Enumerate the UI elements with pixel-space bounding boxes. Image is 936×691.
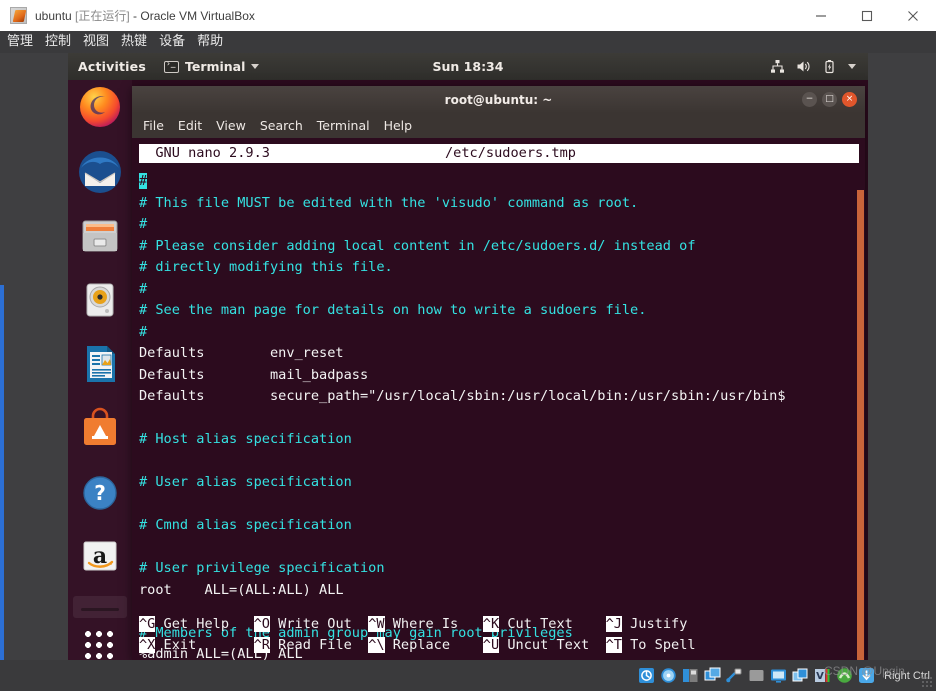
hard-disk-icon[interactable]	[638, 667, 655, 684]
nano-filename: /etc/sudoers.tmp	[445, 144, 576, 161]
terminal-menu-file[interactable]: File	[143, 118, 164, 133]
terminal-window: root@ubuntu: ~ − □ × File Edit View Sear…	[132, 86, 865, 660]
host-titlebar: ubuntu [正在运行] - Oracle VM VirtualBox	[0, 0, 936, 31]
terminal-menu-search[interactable]: Search	[260, 118, 303, 133]
host-menu-view[interactable]: 视图	[83, 31, 109, 53]
terminal-icon	[163, 59, 179, 73]
terminal-titlebar: root@ubuntu: ~ − □ ×	[132, 86, 865, 113]
libreoffice-impress-icon	[87, 346, 115, 382]
nano-title-bar: GNU nano 2.9.3 /etc/sudoers.tmp	[139, 144, 859, 163]
dock-item-amazon[interactable]: a	[76, 532, 124, 580]
floppy-icon[interactable]	[682, 667, 699, 684]
resize-grip[interactable]	[922, 677, 932, 687]
virtualbox-icon	[10, 7, 27, 24]
network-icon	[770, 59, 785, 74]
volume-icon	[796, 59, 811, 74]
dock-item-help[interactable]: ?	[76, 469, 124, 517]
terminal-scrollbar[interactable]	[856, 190, 865, 660]
display-icon[interactable]	[770, 667, 787, 684]
gnome-topbar: Activities Terminal Sun 18:34	[68, 53, 868, 80]
close-button[interactable]	[890, 0, 936, 31]
chevron-down-icon	[848, 64, 856, 69]
battery-icon	[822, 59, 837, 74]
host-window-title: ubuntu [正在运行] - Oracle VM VirtualBox	[35, 7, 255, 24]
host-title-main: ubuntu	[35, 9, 76, 23]
keyboard-icon[interactable]	[858, 667, 875, 684]
amazon-icon: a	[83, 541, 117, 571]
ubuntu-dock: ? a	[68, 80, 132, 660]
files-icon	[82, 220, 118, 252]
dock-item-rhythmbox[interactable]	[76, 276, 124, 324]
mouse-integration-icon[interactable]	[836, 667, 853, 684]
host-menu-devices[interactable]: 设备	[159, 31, 185, 53]
minimize-button[interactable]	[798, 0, 844, 31]
dock-item-ubuntu-software[interactable]	[76, 405, 124, 453]
host-left-gutter	[0, 53, 68, 671]
firefox-icon	[80, 87, 120, 127]
virtualbox-window: ubuntu [正在运行] - Oracle VM VirtualBox 管理 …	[0, 0, 936, 691]
guest-screen: Activities Terminal Sun 18:34	[68, 53, 868, 660]
dock-item-libreoffice-impress[interactable]	[76, 340, 124, 388]
terminal-minimize-button[interactable]: −	[802, 92, 817, 107]
dock-item-files[interactable]	[76, 212, 124, 260]
terminal-menu-edit[interactable]: Edit	[178, 118, 202, 133]
terminal-maximize-button[interactable]: □	[822, 92, 837, 107]
recording-icon[interactable]	[792, 667, 809, 684]
terminal-menubar: File Edit View Search Terminal Help	[132, 113, 865, 138]
terminal-menu-terminal[interactable]: Terminal	[317, 118, 370, 133]
terminal-window-controls: − □ ×	[802, 92, 865, 107]
svg-text:V: V	[816, 671, 824, 682]
ubuntu-software-icon	[84, 407, 116, 445]
nano-shortcut-bar: ^G Get Help ^O Write Out ^W Where Is ^K …	[139, 616, 696, 653]
host-left-accent-strip	[0, 285, 4, 671]
maximize-button[interactable]	[844, 0, 890, 31]
help-icon: ?	[83, 476, 117, 510]
host-menu-help[interactable]: 帮助	[197, 31, 223, 53]
host-menu-hotkeys[interactable]: 热键	[121, 31, 147, 53]
terminal-content[interactable]: GNU nano 2.9.3 /etc/sudoers.tmp # # This…	[132, 138, 865, 660]
optical-disk-icon[interactable]	[660, 667, 677, 684]
terminal-menu-help[interactable]: Help	[384, 118, 413, 133]
svg-text:?: ?	[94, 481, 106, 505]
host-menu-manage[interactable]: 管理	[7, 31, 33, 53]
dock-item-thunderbird[interactable]	[76, 148, 124, 196]
nano-version-label: GNU nano 2.9.3	[139, 144, 270, 161]
terminal-window-title: root@ubuntu: ~	[444, 92, 553, 107]
virtualization-icon[interactable]: V	[814, 667, 831, 684]
show-applications-button[interactable]	[84, 630, 116, 660]
network-icon[interactable]	[704, 667, 721, 684]
terminal-close-button[interactable]: ×	[842, 92, 857, 107]
chevron-down-icon	[251, 64, 260, 69]
dock-item-trash[interactable]	[73, 596, 127, 618]
host-title-group: ubuntu [正在运行] - Oracle VM VirtualBox	[0, 7, 255, 24]
system-tray[interactable]	[770, 59, 868, 74]
app-menu-label: Terminal	[184, 59, 246, 74]
host-menu-control[interactable]: 控制	[45, 31, 71, 53]
app-menu-button[interactable]: Terminal	[163, 59, 260, 74]
host-title-state: [正在运行]	[75, 9, 130, 23]
nano-editor-text[interactable]: # # This file MUST be edited with the 'v…	[132, 163, 865, 660]
host-right-gutter	[868, 53, 936, 660]
usb-icon[interactable]	[726, 667, 743, 684]
activities-button[interactable]: Activities	[78, 59, 146, 74]
host-title-suffix: - Oracle VM VirtualBox	[129, 9, 255, 23]
host-window-controls	[798, 0, 936, 31]
rhythmbox-icon	[86, 283, 114, 317]
thunderbird-icon	[79, 151, 121, 193]
terminal-scrollbar-thumb[interactable]	[857, 190, 864, 660]
terminal-menu-view[interactable]: View	[216, 118, 246, 133]
shared-folder-icon[interactable]	[748, 667, 765, 684]
dock-item-firefox[interactable]	[76, 84, 124, 132]
host-statusbar: V Right Ctrl	[0, 660, 936, 691]
host-menubar: 管理 控制 视图 热键 设备 帮助	[0, 31, 936, 53]
